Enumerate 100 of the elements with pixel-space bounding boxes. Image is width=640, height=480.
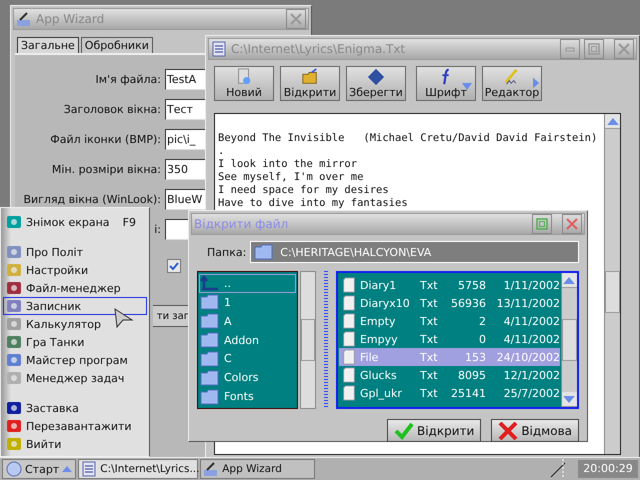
push-button[interactable]: ти заг: [153, 305, 189, 327]
tray-icon[interactable]: [548, 459, 568, 479]
field-label: Мін. розміри вікна:: [52, 163, 161, 176]
text-line: I need space for my desires: [218, 184, 390, 197]
menu-item[interactable]: Про Політ: [3, 243, 147, 261]
close-button[interactable]: [286, 9, 306, 29]
file-row[interactable]: Empty Txt 2 4/11/2002: [338, 312, 560, 330]
folder-icon: [200, 370, 220, 386]
toolbar-button[interactable]: Редактор: [482, 66, 542, 101]
field-label: Файл іконки (BMP):: [50, 133, 161, 146]
window-title: Відкрити файл: [194, 217, 290, 231]
folder-icon: [200, 294, 220, 310]
folder-icon: [254, 244, 274, 260]
input-field[interactable]: Тест: [165, 99, 205, 120]
folder-icon: [200, 313, 220, 330]
input-field[interactable]: 350: [165, 159, 205, 180]
diamond-icon: [366, 68, 386, 86]
menu-item[interactable]: Вийти: [3, 435, 147, 453]
document-icon: [342, 313, 356, 329]
input-field[interactable]: BlueW: [165, 189, 205, 210]
scrollbar[interactable]: [300, 271, 316, 409]
folder-item[interactable]: Addon: [199, 330, 296, 350]
file-row[interactable]: Empyy Txt 0 4/11/2002: [338, 330, 560, 348]
field-label: Заголовок вікна:: [64, 103, 161, 116]
folder-item[interactable]: 1: [199, 292, 296, 312]
file-row[interactable]: Diary1 Txt 5758 1/11/2002: [338, 276, 560, 294]
file-row[interactable]: Glucks Txt 8095 12/1/2002: [338, 366, 560, 384]
menu-item[interactable]: Записник: [3, 297, 147, 315]
toolbar-button[interactable]: Відкрити: [280, 66, 340, 101]
window-title: App Wizard: [36, 12, 106, 26]
caret-right-icon: [533, 77, 540, 89]
maximize-button[interactable]: [532, 214, 552, 234]
toolbar-button[interactable]: Шрифт: [416, 66, 476, 101]
cross-icon: [498, 422, 518, 440]
file-row[interactable]: Diaryx10 Txt 56936 13/11/2002: [338, 294, 560, 312]
toolbar-button[interactable]: Новий: [214, 66, 274, 101]
folder-item[interactable]: Fonts: [199, 387, 296, 406]
folder-icon: [200, 350, 220, 367]
text-line: .: [218, 145, 226, 158]
text-line: I look into the mirror: [218, 158, 358, 171]
field-label: і:: [154, 223, 161, 236]
scroll-thumb[interactable]: [562, 319, 577, 361]
field-label: Ім'я файла:: [96, 73, 161, 86]
document-icon: [342, 367, 356, 383]
mouse-pointer-icon: [114, 308, 134, 328]
folder-label: Папка:: [207, 246, 246, 258]
scroll-down-icon[interactable]: [563, 396, 576, 402]
folder-item[interactable]: A: [199, 312, 296, 331]
folder-icon: [200, 388, 220, 405]
text-line: See myself, I'm over me: [218, 171, 364, 184]
input-field[interactable]: pic\i_: [165, 129, 205, 150]
scroll-thumb[interactable]: [605, 270, 620, 312]
document-icon: [342, 331, 356, 347]
text-line: Beyond The Invisible (Michael Cretu/David David Fairstein): [218, 132, 598, 145]
scroll-up-icon[interactable]: [606, 118, 618, 124]
folder-path-field[interactable]: C:\HERITAGE\HALCYON\EVA: [250, 241, 579, 263]
document-icon: [342, 385, 356, 401]
scroll-up-icon[interactable]: [563, 276, 576, 284]
menu-item[interactable]: Настройки: [3, 261, 147, 279]
folder-icon: [300, 68, 320, 86]
menu-item[interactable]: Заставка: [3, 399, 147, 417]
checkbox[interactable]: [167, 258, 181, 272]
menu-item[interactable]: Калькулятор: [3, 315, 147, 333]
folder-item[interactable]: C: [199, 349, 296, 368]
taskbar-button[interactable]: C:\Internet\Lyrics...: [78, 459, 198, 479]
menu-item[interactable]: Менеджер задач: [3, 369, 147, 387]
menu-item[interactable]: Гра Танки: [3, 333, 147, 351]
input-field[interactable]: TestA: [165, 69, 205, 90]
tab[interactable]: Загальне: [17, 37, 79, 53]
window-title: C:\Internet\Lyrics\Enigma.Txt: [231, 42, 406, 56]
scroll-thumb[interactable]: [300, 319, 316, 361]
splitter-handle[interactable]: [324, 271, 328, 409]
scrollbar[interactable]: [560, 273, 577, 407]
menu-item[interactable]: Перезавантажити: [3, 417, 147, 435]
tab[interactable]: Обробники: [80, 37, 153, 53]
menu-item[interactable]: Майстер програм: [3, 351, 147, 369]
maximize-button[interactable]: [584, 39, 604, 59]
document-icon: [342, 295, 356, 311]
menu-item[interactable]: Знімок екрана F9: [3, 213, 147, 231]
field-label: Вигляд вікна (WinLook):: [23, 193, 161, 206]
minimize-button[interactable]: [560, 39, 580, 59]
toolbar-button[interactable]: Зберегти: [346, 66, 406, 101]
folder-item[interactable]: Colors: [199, 368, 296, 388]
cancel-button[interactable]: Відмова: [491, 419, 579, 442]
menu-item[interactable]: Файл-менеджер: [3, 279, 147, 297]
caret-up-icon: [62, 466, 72, 472]
document-icon: [342, 349, 356, 365]
start-button[interactable]: Старт: [2, 459, 76, 479]
checkmark-icon: [394, 422, 414, 440]
close-button[interactable]: [614, 39, 634, 59]
taskbar-button[interactable]: App Wizard: [200, 459, 316, 479]
close-button[interactable]: [562, 214, 582, 234]
document-icon: [342, 277, 356, 293]
text-line: Have to dive into my fantasies: [218, 197, 409, 210]
up-arrow-icon: [200, 275, 220, 292]
scrollbar[interactable]: [604, 114, 620, 454]
open-button[interactable]: Відкрити: [386, 419, 482, 442]
folder-item[interactable]: ..: [199, 274, 296, 293]
file-row[interactable]: Gpl_ukr Txt 25141 25/7/2002: [338, 384, 560, 402]
folder-icon: [200, 332, 220, 348]
